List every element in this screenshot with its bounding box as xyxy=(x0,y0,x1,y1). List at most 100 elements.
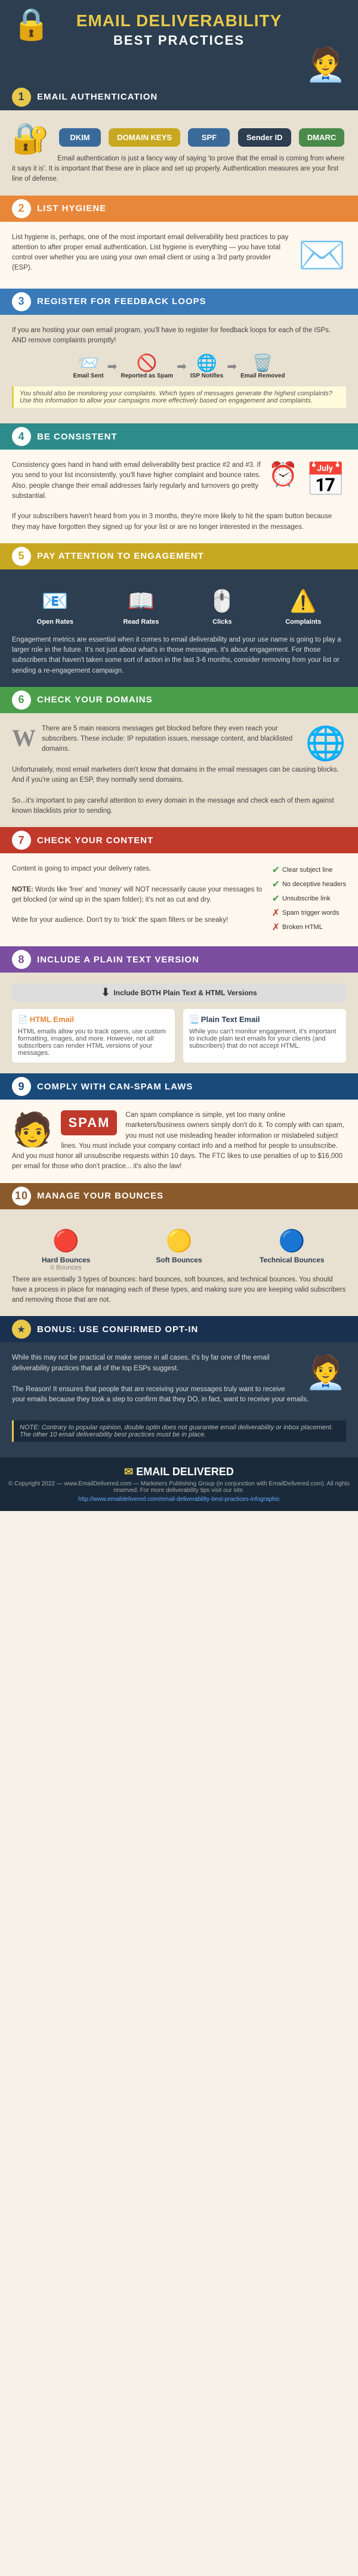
section-1-body: Email authentication is just a fancy way… xyxy=(12,154,346,185)
section-5-title-strip: 5 PAY ATTENTION TO ENGAGEMENT xyxy=(0,543,358,569)
footer: ✉ EMAIL DELIVERED © Copyright 2022 — www… xyxy=(0,1457,358,1511)
section-7-title-strip: 7 CHECK YOUR CONTENT xyxy=(0,827,358,853)
footer-logo-text: EMAIL DELIVERED xyxy=(136,1466,234,1478)
technical-bounces-icon: 🔵 xyxy=(238,1228,346,1253)
open-rates-label: Open Rates xyxy=(37,618,73,626)
section-2-body: List hygiene is, perhaps, one of the mos… xyxy=(12,233,346,274)
section-8: ⬇ Include BOTH Plain Text & HTML Version… xyxy=(0,973,358,1073)
html-email-body: HTML emails allow you to track opens, us… xyxy=(18,1028,169,1057)
bonus-note: NOTE: Contrary to popular opinion, doubl… xyxy=(12,1420,346,1442)
section-title-3: REGISTER FOR FEEDBACK LOOPS xyxy=(37,296,206,306)
section-3-note: You should also be monitoring your compl… xyxy=(12,386,346,408)
section-9-title-strip: 9 COMPLY WITH CAN-SPAM LAWS xyxy=(0,1073,358,1100)
top-note: ⬇ Include BOTH Plain Text & HTML Version… xyxy=(12,983,346,1002)
flow-email-removed: 🗑️ Email Removed xyxy=(240,353,285,379)
section-number-3: 3 xyxy=(12,292,31,311)
plain-text-title: 📃 Plain Text Email xyxy=(189,1015,340,1024)
section-number-5: 5 xyxy=(12,547,31,566)
engagement-clicks: 🖱️ Clicks xyxy=(209,589,236,627)
auth-sender-id: Sender ID xyxy=(238,128,291,147)
flow-reported-spam: 🚫 Reported as Spam xyxy=(121,353,173,379)
section-title-9: COMPLY WITH CAN-SPAM LAWS xyxy=(37,1082,193,1092)
section-number-9: 9 xyxy=(12,1077,31,1096)
section-number-7: 7 xyxy=(12,831,31,850)
section-2: ✉️ List hygiene is, perhaps, one of the … xyxy=(0,222,358,289)
version-boxes: 📄 HTML Email HTML emails allow you to tr… xyxy=(12,1009,346,1063)
footer-url: http://www.emaildelivered.com/email-deli… xyxy=(6,1496,352,1503)
section-8-title-strip: 8 INCLUDE A PLAIN TEXT VERSION xyxy=(0,946,358,973)
flow-diagram: 📨 Email Sent ➡ 🚫 Reported as Spam ➡ 🌐 IS… xyxy=(12,353,346,379)
technical-bounces-label: Technical Bounces xyxy=(238,1256,346,1264)
globe-icon: 🌐 xyxy=(305,724,346,763)
section-title-2: LIST HYGIENE xyxy=(37,203,106,213)
hard-bounces-count: 0 Bounces xyxy=(12,1264,120,1271)
section-5-body: Engagement metrics are essential when it… xyxy=(12,635,346,676)
soft-bounces-icon: 🟡 xyxy=(125,1228,233,1253)
section-1-title-strip: 1 EMAIL AUTHENTICATION xyxy=(0,84,358,110)
engagement-complaints: ⚠️ Complaints xyxy=(285,589,321,627)
section-6: 🌐 W There are 5 main reasons messages ge… xyxy=(0,713,358,827)
plain-text-box: 📃 Plain Text Email While you can't monit… xyxy=(183,1009,346,1063)
clicks-icon: 🖱️ xyxy=(209,589,236,614)
hard-bounces-label: Hard Bounces xyxy=(12,1256,120,1264)
header-figure: 🧑‍💼 xyxy=(305,45,346,84)
engagement-row: 📧 Open Rates 📖 Read Rates 🖱️ Clicks ⚠️ C… xyxy=(12,589,346,627)
section-10: 🔴 Hard Bounces 0 Bounces 🟡 Soft Bounces … xyxy=(0,1209,358,1317)
section-6-title-strip: 6 CHECK YOUR DOMAINS xyxy=(0,687,358,713)
bonus-star: ★ xyxy=(12,1320,31,1339)
complaints-label: Complaints xyxy=(285,618,321,626)
flow-email-sent: 📨 Email Sent xyxy=(73,353,103,379)
auth-domain-keys: DOMAIN KEYS xyxy=(109,128,180,147)
section-number-1: 1 xyxy=(12,88,31,107)
bounce-row: 🔴 Hard Bounces 0 Bounces 🟡 Soft Bounces … xyxy=(12,1228,346,1271)
clicks-label: Clicks xyxy=(212,618,232,626)
section-10-title-strip: 10 MANAGE YOUR BOUNCES xyxy=(0,1183,358,1209)
open-rates-icon: 📧 xyxy=(37,589,73,614)
auth-dkim: DKIM xyxy=(59,128,101,147)
section-title-8: INCLUDE A PLAIN TEXT VERSION xyxy=(37,955,199,965)
auth-dmarc: DMARC xyxy=(299,128,344,147)
section-10-body: There are essentially 3 types of bounces… xyxy=(12,1275,346,1306)
envelope-icon: ✉️ xyxy=(298,233,346,278)
section-9: 🧑 SPAM Can spam compliance is simple, ye… xyxy=(0,1100,358,1183)
lock-icon: 🔐 xyxy=(12,121,49,156)
section-3: If you are hosting your own email progra… xyxy=(0,315,358,424)
section-4: 📅 ⏰ Consistency goes hand in hand with e… xyxy=(0,450,358,543)
section-number-6: 6 xyxy=(12,691,31,710)
soft-bounces-label: Soft Bounces xyxy=(125,1256,233,1264)
read-rates-icon: 📖 xyxy=(123,589,159,614)
header-subtitle: BEST PRACTICES xyxy=(6,33,352,48)
html-email-box: 📄 HTML Email HTML emails allow you to tr… xyxy=(12,1009,175,1063)
section-number-10: 10 xyxy=(12,1187,31,1206)
bonus-title-strip: ★ BONUS: USE CONFIRMED OPT-IN xyxy=(0,1316,358,1342)
soft-bounces: 🟡 Soft Bounces xyxy=(125,1228,233,1271)
section-1: 🔐 DKIM DOMAIN KEYS SPF Sender ID DMARC E… xyxy=(0,110,358,196)
section-title-6: CHECK YOUR DOMAINS xyxy=(37,695,153,705)
spam-figure: 🧑 xyxy=(12,1110,53,1149)
footer-copyright: © Copyright 2022 — www.EmailDelivered.co… xyxy=(6,1481,352,1494)
section-title-7: CHECK YOUR CONTENT xyxy=(37,835,153,846)
section-title-4: BE CONSISTENT xyxy=(37,432,118,442)
section-number-8: 8 xyxy=(12,950,31,969)
hard-bounces: 🔴 Hard Bounces 0 Bounces xyxy=(12,1228,120,1271)
bonus-title: BONUS: USE CONFIRMED OPT-IN xyxy=(37,1324,198,1335)
section-3-body: If you are hosting your own email progra… xyxy=(12,326,346,346)
bonus-body-2: The Reason! It ensures that people that … xyxy=(12,1385,346,1405)
section-title-10: MANAGE YOUR BOUNCES xyxy=(37,1191,163,1201)
html-email-title: 📄 HTML Email xyxy=(18,1015,169,1024)
plain-text-icon: 📃 xyxy=(189,1015,199,1024)
engagement-open-rates: 📧 Open Rates xyxy=(37,589,73,627)
technical-bounces: 🔵 Technical Bounces xyxy=(238,1228,346,1271)
engagement-read-rates: 📖 Read Rates xyxy=(123,589,159,627)
section-title-5: PAY ATTENTION TO ENGAGEMENT xyxy=(37,551,204,561)
auth-badges: DKIM DOMAIN KEYS SPF Sender ID DMARC xyxy=(57,128,346,147)
bonus-body-1: While this may not be practical or make … xyxy=(12,1353,346,1374)
header: 🔒 EMAIL DELIVERABILITY BEST PRACTICES 🧑‍… xyxy=(0,0,358,84)
section-6-body: There are 5 main reasons messages get bl… xyxy=(12,724,346,816)
header-title: EMAIL DELIVERABILITY xyxy=(6,12,352,30)
section-3-title-strip: 3 REGISTER FOR FEEDBACK LOOPS xyxy=(0,289,358,315)
plain-text-body: While you can't monitor engagement, it's… xyxy=(189,1028,340,1049)
checklist-widget: ✔ Clear subject line ✔ No deceptive head… xyxy=(272,864,346,936)
read-rates-label: Read Rates xyxy=(123,618,159,626)
bonus-figure: 🧑‍💼 xyxy=(305,1353,346,1392)
